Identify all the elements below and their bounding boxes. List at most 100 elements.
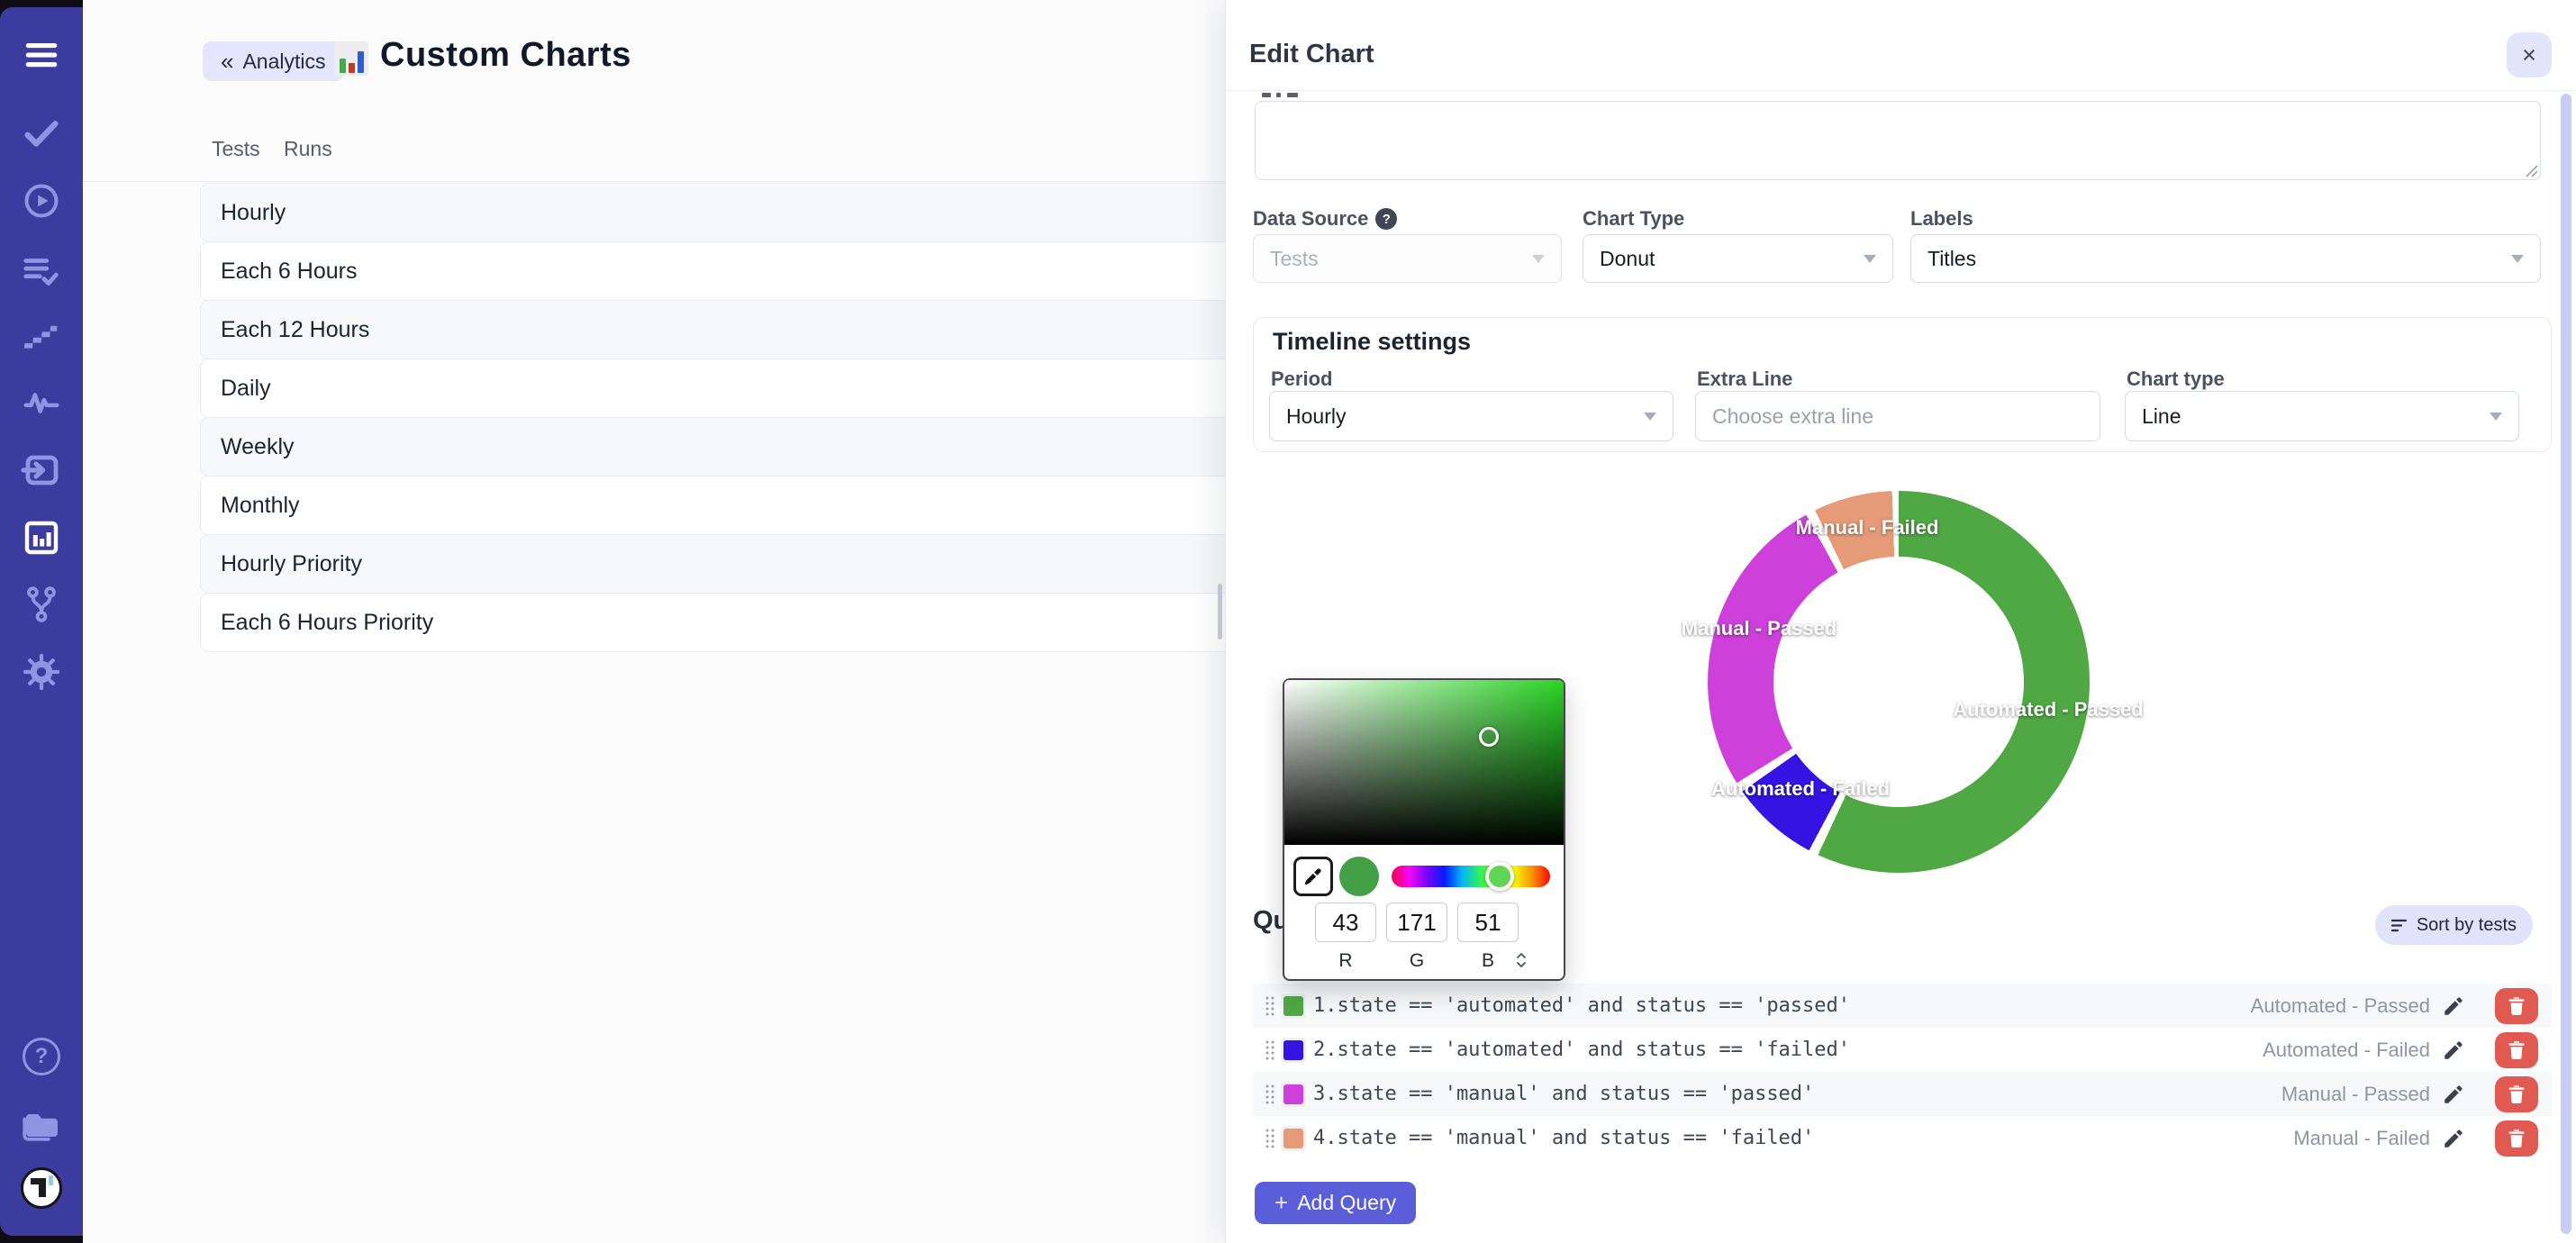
- chart-list-item[interactable]: Each 6 Hours Priority: [200, 593, 1293, 652]
- close-icon: ×: [2522, 41, 2536, 69]
- sign-in-icon[interactable]: [20, 449, 63, 492]
- chart-name: Each 12 Hours: [221, 317, 369, 343]
- chart-name: Each 6 Hours: [221, 259, 357, 285]
- edit-pencil-icon[interactable]: [2442, 1127, 2465, 1150]
- tab-runs[interactable]: Runs: [284, 137, 332, 161]
- query-expression[interactable]: 2.state == 'automated' and status == 'fa…: [1313, 1039, 1850, 1061]
- edit-pencil-icon[interactable]: [2442, 1083, 2465, 1106]
- eyedropper-button[interactable]: [1293, 857, 1333, 896]
- add-query-button[interactable]: + Add Query: [1255, 1182, 1416, 1224]
- delete-query-button[interactable]: [2495, 988, 2538, 1024]
- chart-name: Each 6 Hours Priority: [221, 610, 433, 636]
- steps-icon[interactable]: [22, 315, 61, 355]
- query-label: Manual - Failed: [2293, 1127, 2430, 1150]
- help-circle-icon[interactable]: ?: [1375, 208, 1397, 230]
- chart-list-item[interactable]: Hourly Priority: [200, 534, 1293, 594]
- chart-list-item[interactable]: Monthly: [200, 476, 1293, 535]
- query-expression[interactable]: 3.state == 'manual' and status == 'passe…: [1313, 1083, 1814, 1105]
- close-drawer-button[interactable]: ×: [2507, 32, 2552, 77]
- edit-pencil-icon[interactable]: [2442, 1039, 2465, 1062]
- drag-handle-icon[interactable]: [1265, 1127, 1275, 1150]
- query-color-swatch[interactable]: [1281, 1038, 1306, 1063]
- delete-query-button[interactable]: [2495, 1076, 2538, 1112]
- clipped-label-remnant: [1262, 93, 1271, 97]
- bar-chart-icon[interactable]: [20, 516, 63, 559]
- brand-logo[interactable]: [21, 1167, 62, 1209]
- drawer-scrollbar-thumb[interactable]: [2561, 94, 2571, 1234]
- chart-list-item[interactable]: Daily: [200, 358, 1293, 418]
- query-color-swatch[interactable]: [1281, 993, 1306, 1019]
- period-select[interactable]: Hourly: [1269, 391, 1673, 441]
- trash-icon: [2508, 1084, 2526, 1104]
- activity-icon[interactable]: [21, 382, 62, 423]
- play-circle-icon[interactable]: [21, 180, 62, 222]
- edit-pencil-icon[interactable]: [2442, 994, 2465, 1018]
- drawer-divider: [1226, 90, 2576, 91]
- sort-icon: [2391, 919, 2408, 932]
- query-label: Automated - Passed: [2251, 994, 2430, 1018]
- drag-handle-icon[interactable]: [1265, 1083, 1275, 1106]
- green-input[interactable]: [1386, 903, 1447, 942]
- hue-slider[interactable]: [1392, 866, 1550, 887]
- branch-icon[interactable]: [21, 584, 62, 625]
- add-query-label: Add Query: [1297, 1191, 1396, 1215]
- menu-icon[interactable]: [21, 34, 62, 76]
- hue-slider-thumb[interactable]: [1485, 862, 1514, 891]
- donut-hole: [1773, 557, 2024, 807]
- delete-query-button[interactable]: [2495, 1032, 2538, 1068]
- field-label-text: Chart Type: [1583, 207, 1684, 231]
- gear-icon[interactable]: [21, 651, 62, 693]
- plus-icon: +: [1274, 1189, 1288, 1217]
- folder-icon[interactable]: [20, 1102, 63, 1146]
- timeline-chart-type-select[interactable]: Line: [2125, 391, 2519, 441]
- extra-line-select[interactable]: Choose extra line: [1695, 391, 2100, 441]
- description-textarea[interactable]: [1255, 101, 2541, 180]
- query-row: 3.state == 'manual' and status == 'passe…: [1253, 1072, 2552, 1116]
- query-color-swatch[interactable]: [1281, 1082, 1306, 1107]
- drag-handle-icon[interactable]: [1265, 1039, 1275, 1062]
- timeline-chart-type-label: Chart type: [2127, 367, 2225, 391]
- donut-slice-label: Manual - Passed: [1682, 617, 1837, 640]
- app-window: ? « Analytics Custom Charts × Tests Runs…: [0, 0, 2576, 1243]
- saturation-area[interactable]: [1284, 680, 1564, 845]
- chart-type-label: Chart Type: [1583, 207, 1684, 231]
- query-color-swatch[interactable]: [1281, 1126, 1306, 1151]
- list-scrollbar-thumb[interactable]: [1218, 584, 1222, 640]
- check-icon[interactable]: [21, 112, 62, 153]
- eyedropper-icon: [1302, 865, 1325, 888]
- sort-by-tests-button[interactable]: Sort by tests: [2375, 905, 2533, 945]
- query-expression[interactable]: 1.state == 'automated' and status == 'pa…: [1313, 994, 1850, 1017]
- mode-toggle-icon[interactable]: [1515, 952, 1528, 968]
- chevrons-left-icon: «: [221, 48, 233, 76]
- query-expression[interactable]: 4.state == 'manual' and status == 'faile…: [1313, 1127, 1814, 1149]
- red-input[interactable]: [1315, 903, 1376, 942]
- donut-slice-label: Manual - Failed: [1796, 516, 1939, 540]
- red-label: R: [1338, 950, 1352, 972]
- field-label-text: Labels: [1910, 207, 1973, 231]
- custom-charts-panel: « Analytics Custom Charts × Tests Runs H…: [83, 0, 1225, 1243]
- labels-select[interactable]: Titles: [1910, 234, 2541, 283]
- chart-list-item[interactable]: Hourly: [200, 183, 1293, 242]
- saturation-cursor[interactable]: [1479, 727, 1499, 747]
- chart-list-item[interactable]: Each 12 Hours: [200, 300, 1293, 359]
- chart-list-item[interactable]: Weekly: [200, 417, 1293, 476]
- data-source-select[interactable]: Tests: [1253, 234, 1562, 283]
- delete-query-button[interactable]: [2495, 1121, 2538, 1157]
- drag-handle-icon[interactable]: [1265, 994, 1275, 1018]
- resize-handle-icon[interactable]: [2521, 160, 2539, 178]
- field-label-text: Extra Line: [1697, 367, 1792, 391]
- chart-list-item[interactable]: Each 6 Hours: [200, 241, 1293, 301]
- picker-current-color: [1339, 857, 1379, 896]
- list-check-icon[interactable]: [21, 250, 62, 292]
- chevron-down-icon: [2490, 413, 2502, 421]
- back-to-analytics-button[interactable]: « Analytics: [203, 41, 344, 81]
- help-glyph: ?: [1383, 212, 1391, 227]
- timeline-settings-heading: Timeline settings: [1273, 328, 1471, 356]
- query-row: 1.state == 'automated' and status == 'pa…: [1253, 984, 2552, 1028]
- help-icon[interactable]: ?: [23, 1038, 60, 1075]
- blue-input[interactable]: [1457, 903, 1519, 942]
- tab-tests[interactable]: Tests: [212, 137, 260, 161]
- query-row: 2.state == 'automated' and status == 'fa…: [1253, 1028, 2552, 1072]
- chart-type-select[interactable]: Donut: [1583, 234, 1893, 283]
- field-label-text: Chart type: [2127, 367, 2225, 391]
